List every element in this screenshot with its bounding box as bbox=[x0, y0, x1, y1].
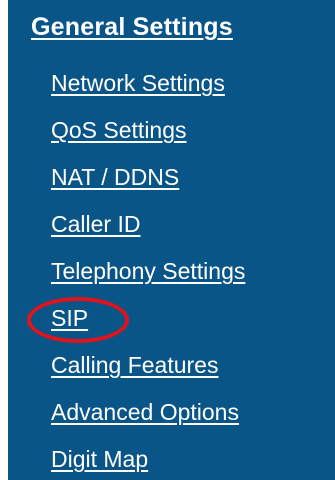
general-settings-link[interactable]: General Settings bbox=[31, 13, 233, 42]
menu-item-qos-settings[interactable]: QoS Settings bbox=[51, 117, 187, 144]
menu-item-telephony-settings[interactable]: Telephony Settings bbox=[51, 258, 245, 285]
menu-item-calling-features[interactable]: Calling Features bbox=[51, 352, 218, 379]
menu-item-nat-ddns[interactable]: NAT / DDNS bbox=[51, 164, 179, 191]
menu-item-advanced-options[interactable]: Advanced Options bbox=[51, 399, 239, 426]
menu-item-sip[interactable]: SIP bbox=[51, 305, 88, 332]
menu-item-digit-map[interactable]: Digit Map bbox=[51, 446, 148, 473]
menu-item-network-settings[interactable]: Network Settings bbox=[51, 70, 225, 97]
menu-item-caller-id[interactable]: Caller ID bbox=[51, 211, 140, 238]
settings-menu-panel: General Settings Network Settings QoS Se… bbox=[8, 0, 335, 480]
